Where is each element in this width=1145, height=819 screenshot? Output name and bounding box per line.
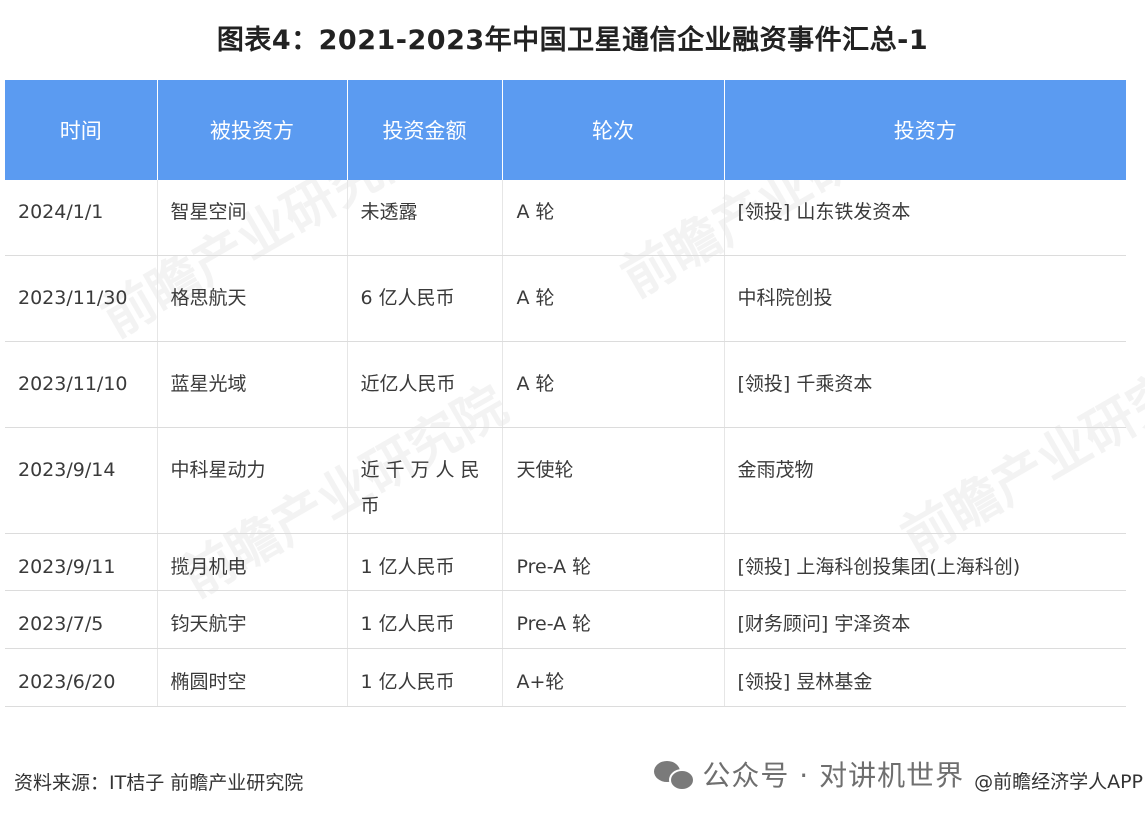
cell-investor: 金雨茂物 <box>724 427 1126 534</box>
table-row: 2023/9/11 揽月机电 1 亿人民币 Pre-A 轮 [领投] 上海科创投… <box>5 533 1126 591</box>
cell-investor: 中科院创投 <box>724 255 1126 342</box>
cell-investor: [领投] 山东铁发资本 <box>724 180 1126 256</box>
cell-round: A 轮 <box>502 180 725 256</box>
cell-amount: 近亿人民币 <box>347 341 503 428</box>
header-amount: 投资金额 <box>347 80 503 180</box>
header-round: 轮次 <box>502 80 725 180</box>
cell-company: 中科星动力 <box>157 427 348 534</box>
cell-amount: 1 亿人民币 <box>347 590 503 649</box>
header-date: 时间 <box>5 80 158 180</box>
source-note: 资料来源：IT桔子 前瞻产业研究院 <box>14 772 304 794</box>
cell-company: 椭圆时空 <box>157 648 348 707</box>
cell-amount: 6 亿人民币 <box>347 255 503 342</box>
header-investor: 投资方 <box>724 80 1126 180</box>
table-row: 2023/11/10 蓝星光域 近亿人民币 A 轮 [领投] 千乘资本 <box>5 341 1126 428</box>
cell-investor: [领投] 千乘资本 <box>724 341 1126 428</box>
cell-date: 2024/1/1 <box>5 180 158 256</box>
cell-amount: 1 亿人民币 <box>347 648 503 707</box>
table-row: 2024/1/1 智星空间 未透露 A 轮 [领投] 山东铁发资本 <box>5 180 1126 256</box>
wechat-channel-name: 公众号 · 对讲机世界 <box>702 759 965 792</box>
table-row: 2023/11/30 格思航天 6 亿人民币 A 轮 中科院创投 <box>5 255 1126 342</box>
financing-table: 时间 被投资方 投资金额 轮次 投资方 2024/1/1 智星空间 未透露 A … <box>5 80 1126 707</box>
cell-round: A+轮 <box>502 648 725 707</box>
cell-investor: [领投] 昱林基金 <box>724 648 1126 707</box>
app-credit: @前瞻经济学人APP <box>974 770 1143 793</box>
cell-date: 2023/7/5 <box>5 590 158 649</box>
cell-amount: 近千万人民币 <box>347 427 503 534</box>
cell-investor: [领投] 上海科创投集团(上海科创) <box>724 533 1126 591</box>
cell-round: A 轮 <box>502 341 725 428</box>
cell-round: Pre-A 轮 <box>502 533 725 591</box>
table-row: 2023/7/5 钧天航宇 1 亿人民币 Pre-A 轮 [财务顾问] 宇泽资本 <box>5 590 1126 649</box>
cell-date: 2023/9/14 <box>5 427 158 534</box>
cell-round: 天使轮 <box>502 427 725 534</box>
table-header-row: 时间 被投资方 投资金额 轮次 投资方 <box>5 80 1126 180</box>
cell-investor: [财务顾问] 宇泽资本 <box>724 590 1126 649</box>
cell-date: 2023/6/20 <box>5 648 158 707</box>
cell-company: 智星空间 <box>157 180 348 256</box>
table-row: 2023/9/14 中科星动力 近千万人民币 天使轮 金雨茂物 <box>5 427 1126 534</box>
page-title: 图表4：2021-2023年中国卫星通信企业融资事件汇总-1 <box>216 25 929 56</box>
cell-amount: 未透露 <box>347 180 503 256</box>
cell-company: 蓝星光域 <box>157 341 348 428</box>
wechat-icon <box>654 759 696 791</box>
cell-date: 2023/11/10 <box>5 341 158 428</box>
cell-amount: 1 亿人民币 <box>347 533 503 591</box>
table-row: 2023/6/20 椭圆时空 1 亿人民币 A+轮 [领投] 昱林基金 <box>5 648 1126 707</box>
cell-company: 揽月机电 <box>157 533 348 591</box>
cell-date: 2023/9/11 <box>5 533 158 591</box>
cell-company: 格思航天 <box>157 255 348 342</box>
cell-round: A 轮 <box>502 255 725 342</box>
footer-credit: 公众号 · 对讲机世界 @前瞻经济学人APP <box>654 754 1143 794</box>
header-company: 被投资方 <box>157 80 348 180</box>
cell-date: 2023/11/30 <box>5 255 158 342</box>
cell-round: Pre-A 轮 <box>502 590 725 649</box>
cell-company: 钧天航宇 <box>157 590 348 649</box>
